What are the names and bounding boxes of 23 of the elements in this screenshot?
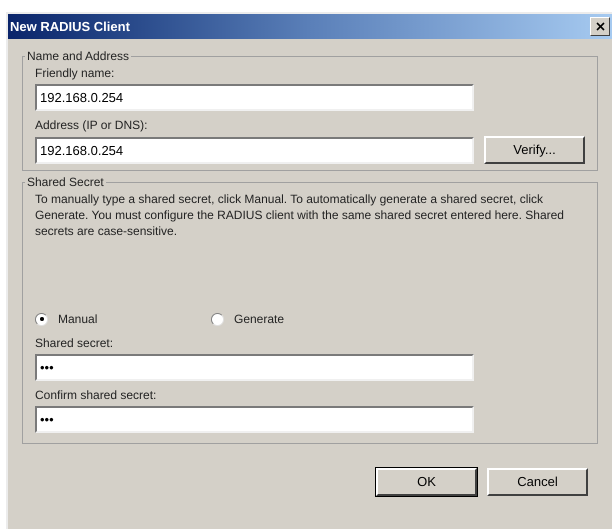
radio-button[interactable] — [35, 312, 48, 326]
field-label: Address (IP or DNS): — [35, 117, 148, 133]
radio-option[interactable]: Manual — [35, 310, 211, 328]
close-button[interactable] — [590, 17, 610, 36]
dialog-button[interactable]: Cancel — [487, 468, 588, 496]
text-field[interactable]: 192.168.0.254 — [35, 84, 474, 111]
dialog-button[interactable]: Verify... — [484, 136, 585, 164]
group-title: Shared Secret — [26, 174, 105, 191]
field-label: Confirm shared secret: — [35, 387, 156, 403]
field-label: Friendly name: — [35, 65, 114, 81]
close-icon — [596, 22, 604, 31]
radio-label: Manual — [58, 311, 98, 328]
description-text: To manually type a shared secret, click Manual. To automatically generate a shared secret, click Generate. You must configure the RADIUS client with the same shared secret entered here. Shared secrets are case-sensitive. — [35, 191, 565, 240]
radio-label: Generate — [234, 311, 284, 328]
radio-option[interactable]: Generate — [211, 310, 387, 328]
password-field[interactable]: ••• — [35, 354, 474, 381]
text-field[interactable]: 192.168.0.254 — [35, 136, 474, 164]
dialog-button[interactable]: OK — [376, 468, 477, 496]
radio-button[interactable] — [211, 312, 224, 326]
window-title: New RADIUS Client — [10, 18, 130, 36]
password-field[interactable]: ••• — [35, 406, 474, 433]
field-label: Shared secret: — [35, 335, 114, 351]
group-title: Name and Address — [26, 48, 130, 65]
